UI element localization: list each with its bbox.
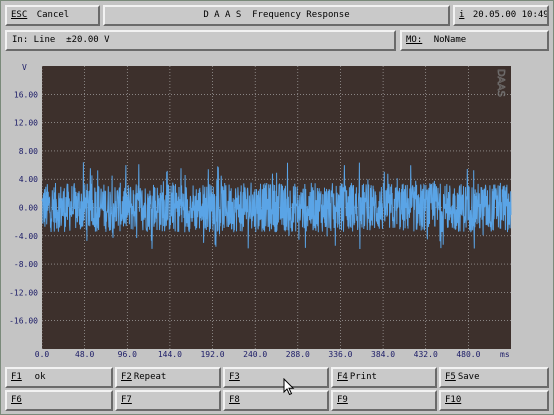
x-tick-label: 384.0 — [371, 350, 395, 359]
x-tick-label: 432.0 — [414, 350, 438, 359]
y-tick-label: -4.00 — [14, 232, 38, 241]
signal-chart: V 16.00 12.00 8.00 4.00 0.00 -4.00 -8.00 -12.00… — [9, 63, 512, 359]
cancel-button[interactable]: ESC Cancel — [5, 5, 100, 26]
fkey-label: Save — [457, 372, 480, 382]
fkey-f3[interactable]: F3 — [223, 367, 329, 388]
x-tick-label: 96.0 — [118, 350, 137, 359]
fkey-key: F8 — [229, 395, 240, 405]
input-line-label: In: Line ±20.00 V — [12, 35, 110, 45]
y-tick-label: 4.00 — [19, 175, 38, 184]
x-tick-label: 240.0 — [243, 350, 267, 359]
y-tick-label: 16.00 — [14, 90, 38, 99]
y-tick-label: 12.00 — [14, 119, 38, 128]
y-tick-label: -16.00 — [9, 317, 38, 326]
measurement-object[interactable]: MO: NoName — [400, 30, 549, 51]
y-tick-label: 8.00 — [19, 147, 38, 156]
fkey-f4[interactable]: F4 Print — [331, 367, 437, 388]
fkey-key: F7 — [121, 395, 132, 405]
fkey-key: F10 — [445, 395, 462, 405]
window-title: D A A S Frequency Response — [203, 10, 350, 20]
fkey-f7[interactable]: F7 — [115, 390, 221, 411]
y-tick-label: -8.00 — [14, 260, 38, 269]
fkey-key: F4 — [337, 372, 348, 382]
daas-watermark: DAAS — [495, 69, 506, 97]
y-tick-label: 0.00 — [19, 204, 38, 213]
mo-value: NoName — [433, 35, 467, 45]
x-axis-unit: ms — [500, 350, 510, 359]
x-tick-label: 336.0 — [328, 350, 352, 359]
fkey-label: ok — [23, 372, 46, 382]
fkey-key: F6 — [11, 395, 22, 405]
fkey-f1[interactable]: F1 ok — [5, 367, 113, 388]
fkey-f8[interactable]: F8 — [223, 390, 329, 411]
x-tick-label: 480.0 — [456, 350, 480, 359]
fkey-f2[interactable]: F2 Repeat — [115, 367, 221, 388]
x-tick-label: 288.0 — [286, 350, 310, 359]
x-tick-label: 48.0 — [75, 350, 94, 359]
fkey-f9[interactable]: F9 — [331, 390, 437, 411]
info-key-label: i — [459, 10, 465, 20]
y-axis-label: V — [22, 63, 27, 72]
fkey-f6[interactable]: F6 — [5, 390, 113, 411]
title-bar: D A A S Frequency Response — [103, 5, 450, 26]
info-button[interactable]: i 20.05.00 10:49 — [453, 5, 549, 26]
x-tick-label: 144.0 — [158, 350, 182, 359]
fkey-key: F9 — [337, 395, 348, 405]
fkey-label: Repeat — [133, 372, 167, 382]
fkey-label: Print — [349, 372, 377, 382]
x-tick-label: 192.0 — [200, 350, 224, 359]
fkey-key: F2 — [121, 372, 132, 382]
fkey-f5[interactable]: F5 Save — [439, 367, 549, 388]
mouse-cursor-icon — [283, 378, 295, 396]
fkey-f10[interactable]: F10 — [439, 390, 549, 411]
esc-key-label: ESC — [11, 10, 28, 20]
fkey-key: F5 — [445, 372, 456, 382]
x-tick-label: 0.0 — [35, 350, 50, 359]
fkey-key: F1 — [11, 372, 22, 382]
x-tick-labels: 0.0 48.0 96.0 144.0 192.0 240.0 288.0 336.0 384.… — [35, 350, 481, 359]
fkey-key: F3 — [229, 372, 240, 382]
y-tick-labels: 16.00 12.00 8.00 4.00 0.00 -4.00 -8.00 -12.00 -1… — [9, 90, 38, 325]
y-tick-label: -12.00 — [9, 288, 38, 297]
input-status: In: Line ±20.00 V — [5, 30, 396, 51]
cancel-label: Cancel — [36, 10, 70, 20]
mo-key-label: MO: — [406, 35, 423, 45]
datetime: 20.05.00 10:49 — [472, 10, 549, 20]
